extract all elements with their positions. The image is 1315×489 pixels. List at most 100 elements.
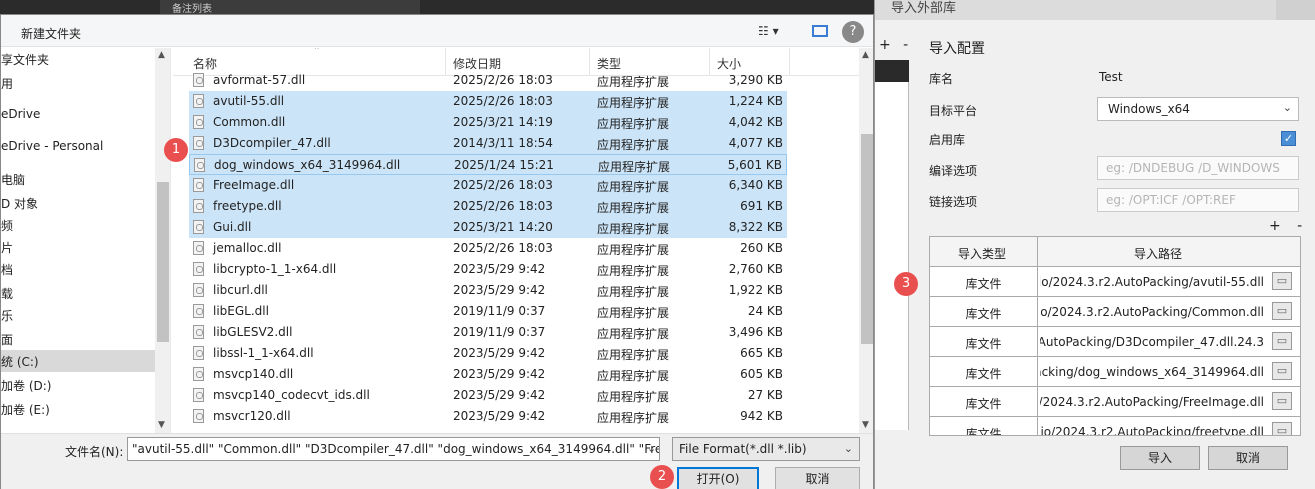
file-row[interactable]: avutil-55.dll 2025/2/26 18:03 应用程序扩展 1,224 … <box>189 91 787 112</box>
file-type: 应用程序扩展 <box>597 180 670 194</box>
step-marker-1: 1 <box>164 138 188 162</box>
cancel-button[interactable]: 取消 <box>775 467 860 489</box>
file-type: 应用程序扩展 <box>597 222 670 236</box>
file-row[interactable]: Common.dll 2025/3/21 14:19 应用程序扩展 4,042 KB <box>189 112 787 133</box>
file-row[interactable]: dog_windows_x64_3149964.dll 2025/1/24 15:… <box>189 154 787 175</box>
nav-item[interactable]: eDrive <box>1 104 155 126</box>
file-row[interactable]: msvcr120.dll 2023/5/29 9:42 应用程序扩展 942 KB <box>189 406 787 427</box>
nav-item[interactable]: 用 <box>1 72 155 94</box>
library-list-selected-item[interactable] <box>875 60 909 82</box>
dll-file-icon <box>193 220 204 234</box>
nav-item[interactable]: 片 <box>1 236 155 258</box>
file-type: 应用程序扩展 <box>598 160 671 174</box>
nav-item-label: 面 <box>1 333 14 347</box>
import-table-row[interactable]: 库文件 udio/2024.3.r2.AutoPacking/avutil-55… <box>930 267 1300 297</box>
nav-item[interactable]: 统 (C:) <box>1 350 155 372</box>
file-row[interactable]: msvcp140_codecvt_ids.dll 2023/5/29 9:42 应用… <box>189 385 787 406</box>
panel-close-button[interactable] <box>1276 0 1315 20</box>
open-button[interactable]: 打开(O) <box>677 467 759 489</box>
nav-item[interactable]: 享文件夹 <box>1 48 155 70</box>
view-options-icon[interactable]: ☷ ▾ <box>758 24 779 38</box>
file-row[interactable]: avformat-57.dll 2025/2/26 18:03 应用程序扩展 3,29… <box>189 70 787 91</box>
nav-item[interactable]: 乐 <box>1 304 155 326</box>
scroll-up-icon[interactable]: ▲ <box>862 50 869 60</box>
file-row[interactable]: libGLESV2.dll 2019/11/9 0:37 应用程序扩展 3,496 K… <box>189 322 787 343</box>
nav-item-label: 统 (C:) <box>1 355 39 369</box>
file-name: FreeImage.dll <box>213 178 295 192</box>
nav-item[interactable]: D 对象 <box>1 192 155 214</box>
dll-file-icon <box>193 283 204 297</box>
folder-icon[interactable]: ▭ <box>1272 392 1292 410</box>
import-table-row[interactable]: 库文件 oPacking/dog_windows_x64_3149964.dll… <box>930 357 1300 387</box>
nav-item[interactable]: 档 <box>1 258 155 280</box>
import-table-row[interactable]: 库文件 dio/2024.3.r2.AutoPacking/FreeImage.… <box>930 387 1300 417</box>
file-row[interactable]: libcrypto-1_1-x64.dll 2023/5/29 9:42 应用程序扩… <box>189 259 787 280</box>
file-type: 应用程序扩展 <box>597 285 670 299</box>
nav-item[interactable]: 电脑 <box>1 168 155 190</box>
dll-file-icon <box>193 136 204 150</box>
folder-icon[interactable]: ▭ <box>1272 302 1292 320</box>
file-row[interactable]: msvcp140.dll 2023/5/29 9:42 应用程序扩展 605 KB <box>189 364 787 385</box>
import-path-cell: udio/2024.3.r2.AutoPacking/Common.dll <box>1040 305 1264 319</box>
folder-icon[interactable]: ▭ <box>1272 272 1292 290</box>
folder-icon[interactable]: ▭ <box>1272 422 1292 435</box>
step-marker-2: 2 <box>650 465 674 489</box>
folder-icon[interactable]: ▭ <box>1272 332 1292 350</box>
file-row[interactable]: libcurl.dll 2023/5/29 9:42 应用程序扩展 1,922 KB <box>189 280 787 301</box>
scroll-down-icon[interactable]: ▼ <box>158 420 165 430</box>
import-table-header: 导入类型 导入路径 <box>930 237 1300 267</box>
file-row[interactable]: jemalloc.dll 2025/2/26 18:03 应用程序扩展 260 KB <box>189 238 787 259</box>
filename-input[interactable]: "avutil-55.dll" "Common.dll" "D3Dcompile… <box>127 437 660 461</box>
library-list[interactable] <box>875 60 909 430</box>
import-row-add-remove-buttons[interactable]: + - <box>1269 218 1308 234</box>
folder-icon[interactable]: ▭ <box>1272 362 1292 380</box>
file-row[interactable]: D3Dcompiler_47.dll 2014/3/11 18:54 应用程序扩展 4… <box>189 133 787 154</box>
file-type-value: File Format(*.dll *.lib) <box>679 442 807 456</box>
nav-item[interactable]: eDrive - Personal <box>1 136 155 158</box>
file-row[interactable]: libEGL.dll 2019/11/9 0:37 应用程序扩展 24 KB <box>189 301 787 322</box>
file-type: 应用程序扩展 <box>597 96 670 110</box>
panel-cancel-button[interactable]: 取消 <box>1208 446 1288 470</box>
import-table-row[interactable]: 库文件 udio/2024.3.r2.AutoPacking/freetype.… <box>930 417 1300 435</box>
file-size: 260 KB <box>740 241 783 255</box>
chevron-down-icon[interactable]: ⌄ <box>647 442 656 455</box>
nav-item-label: 档 <box>1 263 14 277</box>
preview-pane-icon[interactable] <box>812 25 828 37</box>
compile-options-label: 编译选项 <box>929 164 978 178</box>
nav-scroll-thumb[interactable] <box>157 182 169 342</box>
import-button[interactable]: 导入 <box>1120 446 1200 470</box>
help-icon[interactable]: ? <box>842 21 864 43</box>
scroll-down-icon[interactable]: ▼ <box>862 420 869 430</box>
enable-library-checkbox[interactable]: ✓ <box>1281 131 1296 146</box>
nav-item[interactable]: 面 <box>1 328 155 350</box>
library-add-remove-buttons[interactable]: + - <box>879 37 912 53</box>
file-date: 2023/5/29 9:42 <box>453 346 546 360</box>
nav-scrollbar[interactable]: ▲ ▼ <box>155 48 170 433</box>
target-platform-select[interactable]: Windows_x64 ⌄ <box>1097 97 1299 121</box>
file-scroll-thumb[interactable] <box>861 134 873 344</box>
link-options-input[interactable]: eg: /OPT:ICF /OPT:REF <box>1097 188 1299 212</box>
import-table-row[interactable]: 库文件 udio/2024.3.r2.AutoPacking/Common.dl… <box>930 297 1300 327</box>
file-row[interactable]: freetype.dll 2025/2/26 18:03 应用程序扩展 691 KB <box>189 196 787 217</box>
file-size: 8,322 KB <box>728 220 783 234</box>
import-type-cell: 库文件 <box>965 337 1002 351</box>
file-type: 应用程序扩展 <box>597 201 670 215</box>
column-divider <box>789 48 790 76</box>
file-type: 应用程序扩展 <box>597 75 670 89</box>
new-folder-button[interactable]: 新建文件夹 <box>21 25 81 42</box>
file-row[interactable]: FreeImage.dll 2025/2/26 18:03 应用程序扩展 6,340 … <box>189 175 787 196</box>
file-row[interactable]: libssl-1_1-x64.dll 2023/5/29 9:42 应用程序扩展 66… <box>189 343 787 364</box>
file-name: libGLESV2.dll <box>213 325 293 339</box>
scroll-up-icon[interactable]: ▲ <box>158 50 165 60</box>
nav-item[interactable]: 加卷 (E:) <box>1 398 155 420</box>
compile-options-input[interactable]: eg: /DNDEBUG /D_WINDOWS <box>1097 156 1299 180</box>
file-list-scrollbar[interactable]: ▲ ▼ <box>859 48 873 433</box>
nav-item[interactable]: 载 <box>1 282 155 304</box>
file-date: 2025/2/26 18:03 <box>453 241 553 255</box>
file-date: 2023/5/29 9:42 <box>453 409 546 423</box>
file-row[interactable]: Gui.dll 2025/3/21 14:20 应用程序扩展 8,322 KB <box>189 217 787 238</box>
file-type-select[interactable]: File Format(*.dll *.lib) ⌄ <box>672 437 860 461</box>
import-table-row[interactable]: 库文件 24.3.r2.AutoPacking/D3Dcompiler_47.d… <box>930 327 1300 357</box>
nav-item[interactable]: 加卷 (D:) <box>1 374 155 396</box>
nav-item[interactable]: 频 <box>1 214 155 236</box>
